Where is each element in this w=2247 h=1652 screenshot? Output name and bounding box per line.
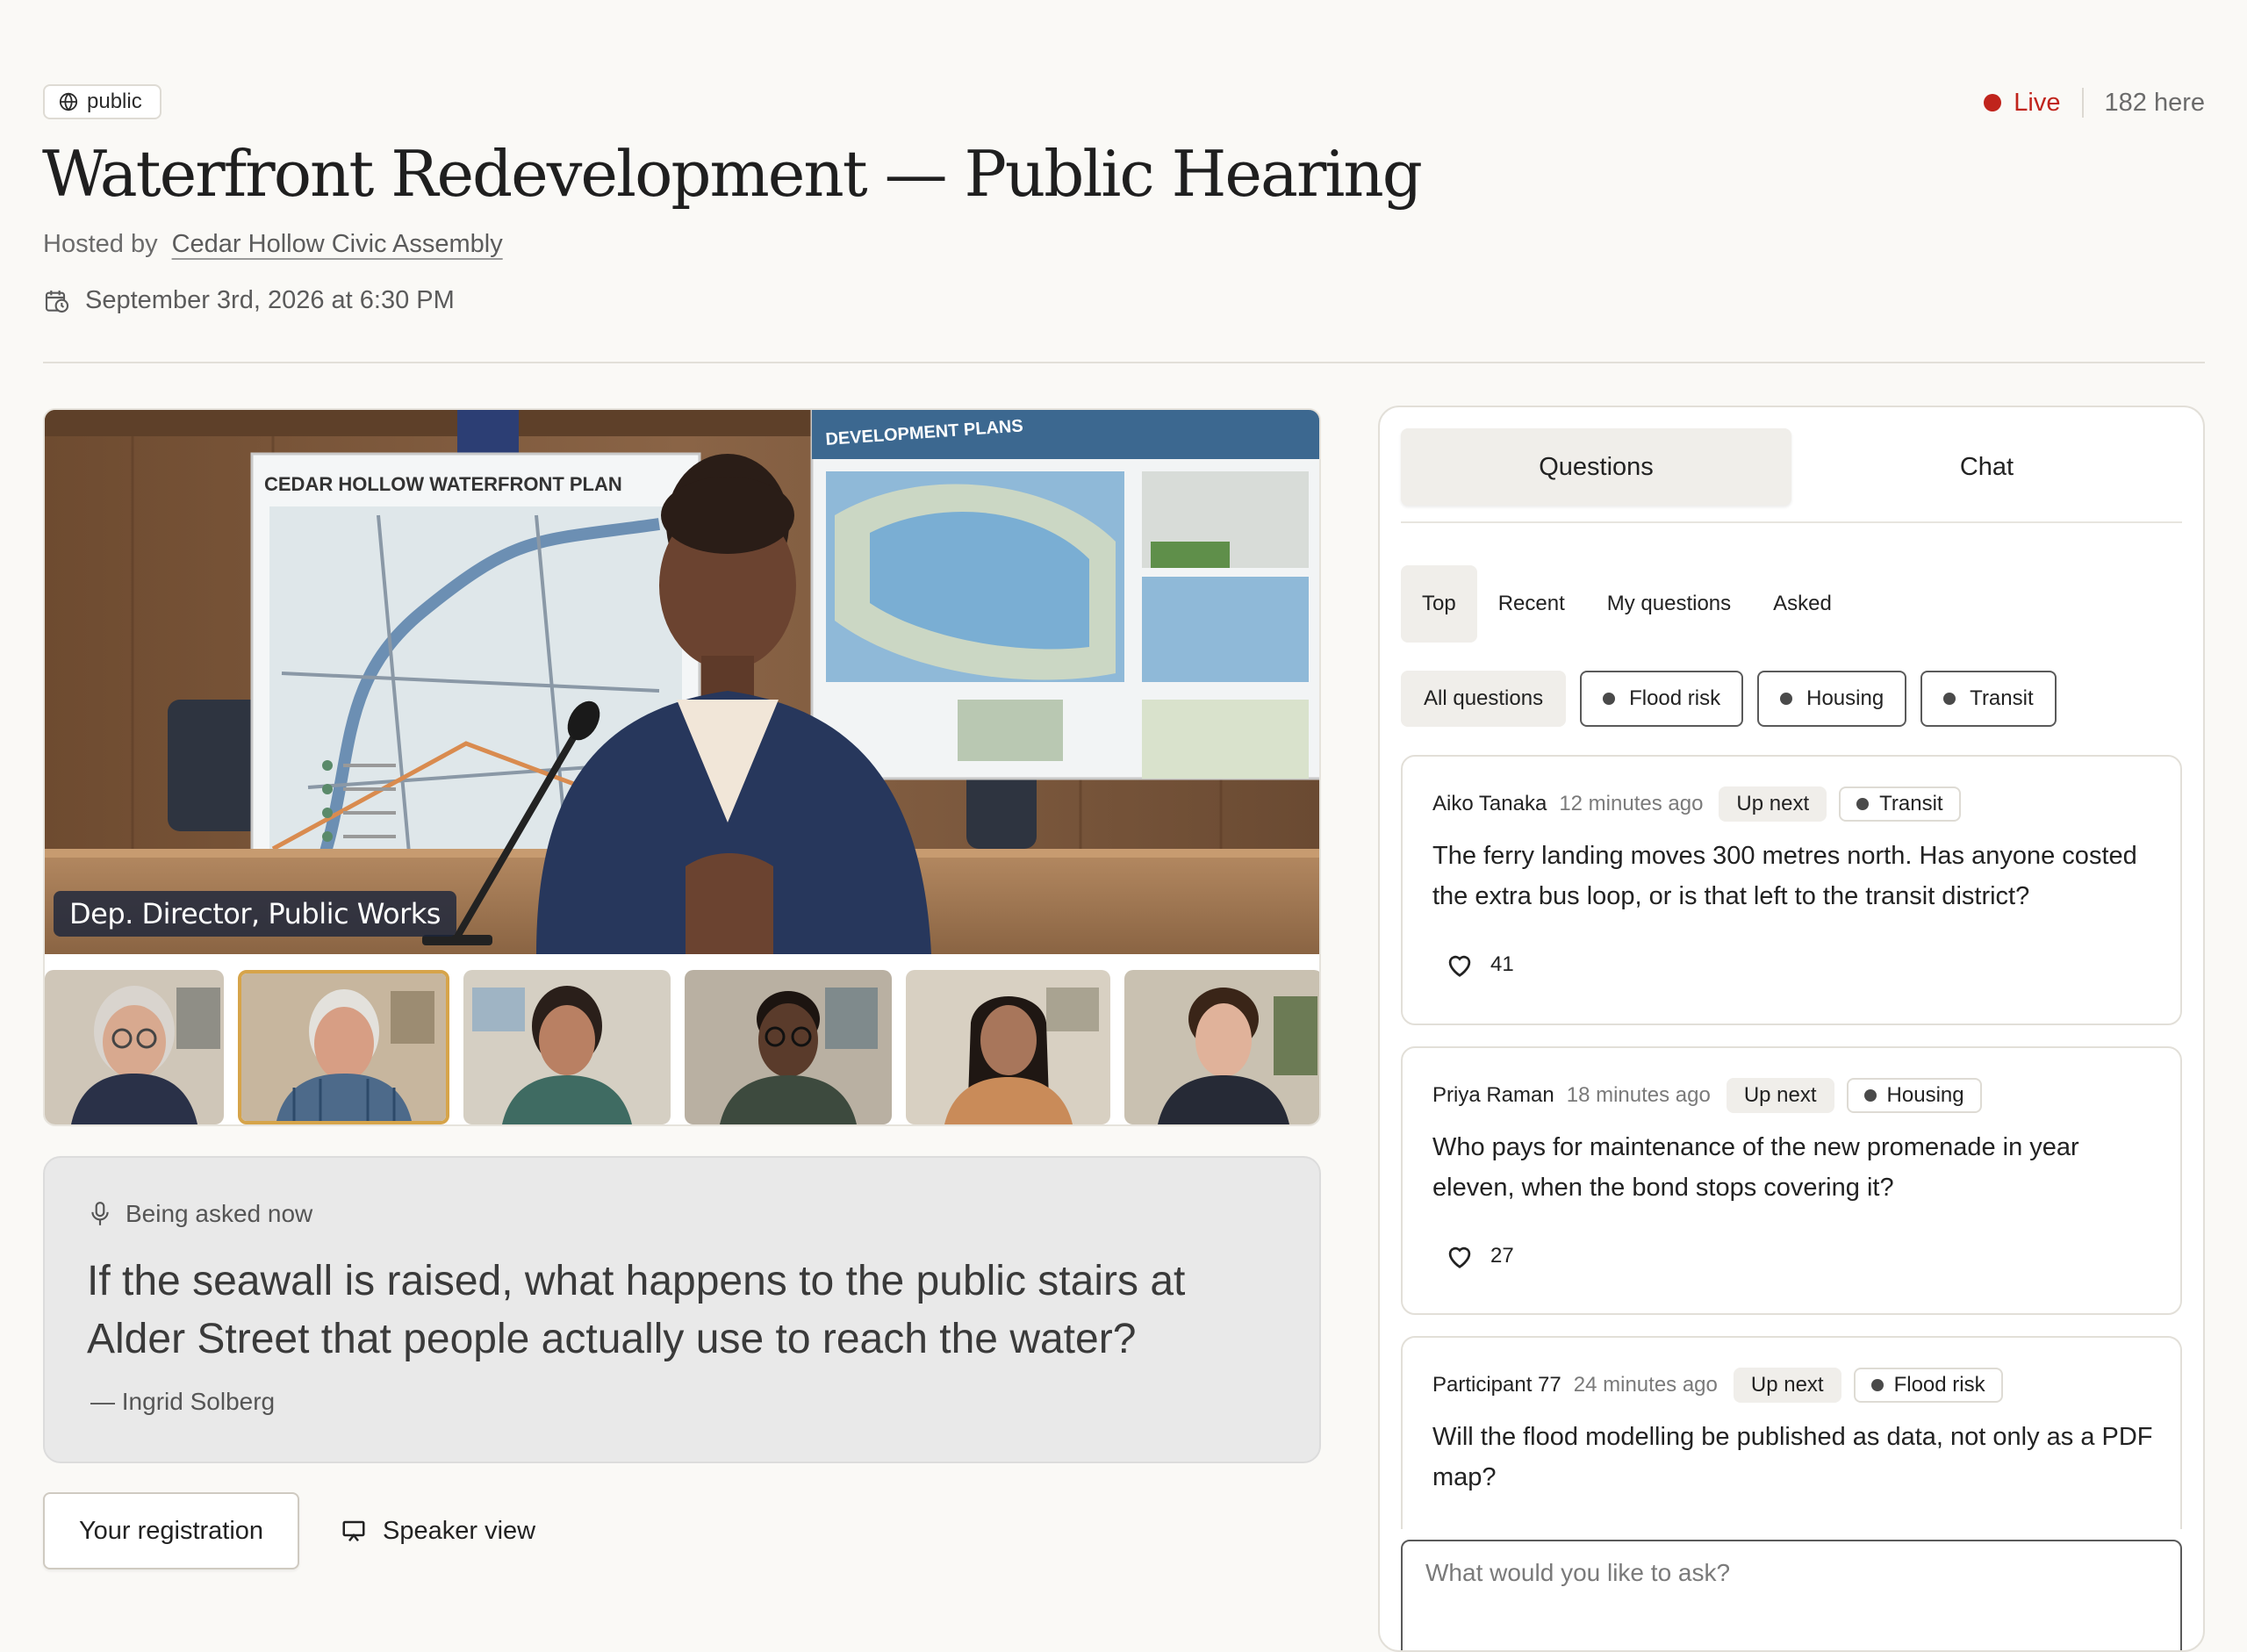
dot-icon: [1863, 1089, 1877, 1102]
your-registration-button[interactable]: Your registration: [43, 1492, 299, 1569]
up-next-badge: Up next: [1726, 1078, 1834, 1113]
dot-icon: [1603, 693, 1616, 705]
attendance-count: 182 here: [2104, 88, 2206, 117]
topic-tag-label: Housing: [1886, 1083, 1964, 1107]
topic-tag: Transit: [1839, 786, 1961, 822]
speaker-scene-image: CEDAR HOLLOW WATERFRONT PLAN DEVELOPMENT…: [45, 410, 1319, 954]
question-card[interactable]: Priya Raman 18 minutes ago Up next Housi…: [1401, 1046, 2182, 1315]
participant-thumbnail[interactable]: [905, 970, 1111, 1124]
question-text: Will the flood modelling be published as…: [1432, 1423, 2153, 1491]
up-next-badge: Up next: [1719, 786, 1827, 822]
microphone-icon: [91, 1202, 109, 1225]
heart-icon: [1448, 955, 1471, 977]
datetime-text: September 3rd, 2026 at 6:30 PM: [85, 286, 455, 314]
sort-my-questions[interactable]: My questions: [1586, 565, 1752, 643]
participant-thumbnail[interactable]: [45, 970, 224, 1124]
like-button[interactable]: 41: [1445, 952, 1514, 978]
being-asked-label: Being asked now: [89, 1200, 312, 1228]
host-line: Hosted by Cedar Hollow Civic Assembly: [43, 230, 503, 259]
hosted-by-label: Hosted by: [43, 230, 158, 258]
panel-tabs: Questions Chat: [1401, 428, 2182, 506]
like-button[interactable]: 27: [1445, 1243, 1514, 1269]
live-status: Live 182 here: [1984, 88, 2205, 118]
like-count: 41: [1490, 952, 1514, 976]
current-question: If the seawall is raised, what happens t…: [87, 1258, 1186, 1362]
dot-icon: [1856, 798, 1870, 810]
question-meta: Participant 77 24 minutes ago Up next Fl…: [1432, 1368, 2003, 1403]
page-title: Waterfront Redevelopment — Public Hearin…: [42, 137, 1423, 211]
sort-recent[interactable]: Recent: [1477, 565, 1586, 643]
participant-thumbnail-active[interactable]: [237, 970, 450, 1124]
being-asked-text: Being asked now: [126, 1200, 313, 1227]
live-dot-icon: [1984, 94, 2002, 111]
main-speaker-video[interactable]: CEDAR HOLLOW WATERFRONT PLAN DEVELOPMENT…: [45, 410, 1319, 954]
dot-icon: [1780, 693, 1793, 705]
ask-question-input[interactable]: What would you like to ask?: [1401, 1540, 2182, 1650]
question-meta: Priya Raman 18 minutes ago Up next Housi…: [1432, 1078, 1982, 1113]
filter-label: Flood risk: [1629, 686, 1721, 710]
filter-flood-risk[interactable]: Flood risk: [1580, 671, 1744, 727]
question-author: Aiko Tanaka: [1432, 792, 1547, 815]
question-meta: Aiko Tanaka 12 minutes ago Up next Trans…: [1432, 786, 1961, 822]
tab-questions[interactable]: Questions: [1401, 428, 1791, 506]
current-question-author: — Ingrid Solberg: [90, 1388, 276, 1415]
presentation-icon: [342, 1520, 365, 1542]
speaker-view-button[interactable]: Speaker view: [341, 1492, 535, 1569]
participant-thumbnail[interactable]: [463, 970, 671, 1124]
header-divider: [43, 362, 2205, 363]
topic-tag-label: Flood risk: [1893, 1373, 1985, 1397]
question-text: Who pays for maintenance of the new prom…: [1432, 1133, 2079, 1202]
like-count: 27: [1490, 1244, 1514, 1268]
ask-placeholder: What would you like to ask?: [1425, 1559, 1731, 1586]
question-card[interactable]: Participant 77 24 minutes ago Up next Fl…: [1401, 1336, 2182, 1529]
filter-transit[interactable]: Transit: [1920, 671, 2057, 727]
topic-tag: Flood risk: [1853, 1368, 2003, 1403]
board-left-title: CEDAR HOLLOW WATERFRONT PLAN: [264, 473, 622, 495]
question-author: Participant 77: [1432, 1373, 1561, 1397]
dot-icon: [1870, 1379, 1884, 1391]
visibility-badge: public: [43, 84, 162, 119]
divider: [2081, 88, 2084, 118]
globe-icon: [59, 92, 78, 111]
question-time: 18 minutes ago: [1566, 1083, 1711, 1107]
up-next-badge: Up next: [1733, 1368, 1841, 1403]
topic-filters: All questions Flood risk Housing Transit: [1401, 671, 2057, 727]
filter-all-questions[interactable]: All questions: [1401, 671, 1567, 727]
sort-options: Top Recent My questions Asked: [1401, 565, 1853, 643]
video-player[interactable]: CEDAR HOLLOW WATERFRONT PLAN DEVELOPMENT…: [43, 408, 1321, 1126]
speaker-caption: Dep. Director, Public Works: [54, 891, 456, 937]
question-card[interactable]: Aiko Tanaka 12 minutes ago Up next Trans…: [1401, 755, 2182, 1025]
topic-tag: Housing: [1846, 1078, 1982, 1113]
live-label: Live: [2014, 88, 2061, 117]
participant-thumbnail[interactable]: [1124, 970, 1319, 1124]
being-asked-panel: Being asked now If the seawall is raised…: [43, 1156, 1321, 1463]
event-datetime: September 3rd, 2026 at 6:30 PM: [43, 286, 455, 315]
participant-thumbnail[interactable]: [685, 970, 892, 1124]
tab-chat[interactable]: Chat: [1791, 428, 2182, 506]
sort-asked[interactable]: Asked: [1752, 565, 1853, 643]
speaker-view-label: Speaker view: [383, 1516, 536, 1545]
topic-tag-label: Transit: [1879, 792, 1943, 815]
filter-housing[interactable]: Housing: [1757, 671, 1907, 727]
participant-thumbnails: [45, 970, 1319, 1124]
filter-label: Transit: [1970, 686, 2034, 710]
question-author: Priya Raman: [1432, 1083, 1554, 1107]
sort-top[interactable]: Top: [1401, 565, 1477, 643]
dot-icon: [1943, 693, 1956, 705]
question-time: 12 minutes ago: [1559, 792, 1704, 815]
question-text: The ferry landing moves 300 metres north…: [1432, 842, 2137, 910]
question-time: 24 minutes ago: [1573, 1373, 1718, 1397]
tabs-divider: [1401, 521, 2182, 523]
questions-panel: Questions Chat Top Recent My questions A…: [1378, 406, 2205, 1652]
visibility-label: public: [87, 90, 142, 113]
host-link[interactable]: Cedar Hollow Civic Assembly: [172, 230, 503, 259]
filter-label: Housing: [1806, 686, 1884, 710]
calendar-clock-icon: [45, 290, 69, 312]
filter-label: All questions: [1424, 686, 1544, 710]
heart-icon: [1448, 1246, 1471, 1268]
